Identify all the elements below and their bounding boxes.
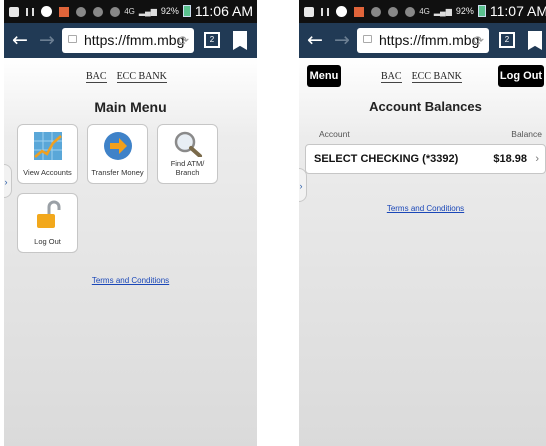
bluetooth-icon — [93, 6, 103, 17]
padlock-icon — [36, 200, 60, 228]
notification-icons — [9, 6, 120, 17]
reload-icon[interactable]: ⟳ — [178, 28, 189, 53]
page-content: BAC ECC BANK Main Menu View Accounts Tra… — [4, 58, 257, 446]
tile-label: View Accounts — [23, 168, 72, 177]
bank-logo: BAC ECC BANK — [86, 71, 176, 83]
usb-icon — [321, 7, 329, 16]
column-header-account: Account — [319, 129, 350, 139]
forward-arrow-icon[interactable]: → — [39, 28, 55, 52]
forward-arrow-icon[interactable]: → — [334, 28, 350, 52]
bookmark-icon[interactable] — [233, 31, 247, 50]
page-title: Main Menu — [94, 99, 167, 115]
battery-icon — [182, 5, 191, 17]
magnifier-icon — [174, 131, 202, 157]
browser-toolbar: ← → https://fmm.mbg ⟳ 2 — [4, 23, 257, 58]
usb-icon — [26, 7, 34, 16]
bluetooth-icon — [388, 6, 398, 17]
page-content: Menu BAC ECC BANK Log Out Account Balanc… — [299, 58, 546, 446]
signal-icon: ▂▄▆ — [138, 6, 157, 16]
url-bar[interactable]: https://fmm.mbg ⟳ — [62, 28, 194, 53]
url-text: https://fmm.mbg — [379, 32, 480, 48]
lock-icon — [68, 35, 77, 43]
gallery-icon — [304, 6, 314, 17]
clock: 11:07 AM — [489, 3, 546, 19]
side-panel-tab[interactable]: › — [4, 164, 12, 198]
page-title: Account Balances — [369, 99, 482, 114]
account-row[interactable]: SELECT CHECKING (*3392) $18.98 › — [305, 144, 546, 174]
status-bar: 4G ▂▄▆ 92% 11:06 AM — [4, 0, 257, 23]
menu-button[interactable]: Menu — [307, 65, 341, 87]
browser-toolbar: ← → https://fmm.mbg ⟳ 2 — [299, 23, 546, 58]
url-bar[interactable]: https://fmm.mbg ⟳ — [357, 28, 489, 53]
badge-icon — [336, 6, 347, 17]
account-name: SELECT CHECKING (*3392) — [314, 153, 459, 165]
mute-icon — [110, 6, 120, 17]
badge-icon — [41, 6, 52, 17]
mute-icon — [405, 6, 415, 17]
log-out-button[interactable]: Log Out — [498, 65, 544, 87]
gallery-icon — [9, 6, 19, 17]
network-type: 4G — [124, 6, 135, 16]
account-balance: $18.98 — [493, 153, 527, 165]
chart-icon — [33, 132, 62, 160]
logo-left: BAC — [381, 71, 402, 83]
battery-icon — [477, 5, 486, 17]
logo-right: ECC BANK — [116, 71, 167, 83]
tile-label: Transfer Money — [91, 168, 144, 177]
signal-icon: ▂▄▆ — [433, 6, 452, 16]
reload-icon[interactable]: ⟳ — [473, 28, 484, 53]
bookmark-icon[interactable] — [528, 31, 542, 50]
transfer-money-button[interactable]: Transfer Money — [87, 124, 148, 184]
view-accounts-button[interactable]: View Accounts — [17, 124, 78, 184]
log-out-button[interactable]: Log Out — [17, 193, 78, 253]
logo-left: BAC — [86, 71, 107, 83]
column-header-balance: Balance — [511, 129, 542, 139]
notification-icons — [304, 6, 415, 17]
tabs-button[interactable]: 2 — [204, 32, 220, 48]
tile-label: Find ATM/ Branch — [170, 159, 205, 177]
clock: 11:06 AM — [194, 3, 253, 19]
tabs-button[interactable]: 2 — [499, 32, 515, 48]
terms-link[interactable]: Terms and Conditions — [4, 276, 257, 285]
app-notification-icon — [354, 6, 364, 17]
battery-percent: 92% — [455, 6, 474, 16]
vibrate-icon — [371, 6, 381, 17]
logo-right: ECC BANK — [411, 71, 462, 83]
vibrate-icon — [76, 6, 86, 17]
network-type: 4G — [419, 6, 430, 16]
side-panel-tab[interactable]: › — [299, 168, 307, 202]
terms-link[interactable]: Terms and Conditions — [299, 204, 546, 213]
tile-label: Log Out — [34, 237, 61, 246]
status-bar: 4G ▂▄▆ 92% 11:07 AM — [299, 0, 546, 23]
battery-percent: 92% — [160, 6, 179, 16]
phone-screen-account-balances: 4G ▂▄▆ 92% 11:07 AM ← → https://fmm.mbg … — [299, 0, 546, 446]
phone-screen-main-menu: 4G ▂▄▆ 92% 11:06 AM ← → https://fmm.mbg … — [4, 0, 257, 446]
bank-logo: BAC ECC BANK — [381, 71, 471, 83]
app-notification-icon — [59, 6, 69, 17]
find-atm-branch-button[interactable]: Find ATM/ Branch — [157, 124, 218, 184]
url-text: https://fmm.mbg — [84, 32, 185, 48]
back-arrow-icon[interactable]: ← — [12, 28, 28, 52]
chevron-right-icon: › — [535, 153, 539, 165]
back-arrow-icon[interactable]: ← — [307, 28, 323, 52]
transfer-arrow-icon — [103, 132, 132, 160]
lock-icon — [363, 35, 372, 43]
